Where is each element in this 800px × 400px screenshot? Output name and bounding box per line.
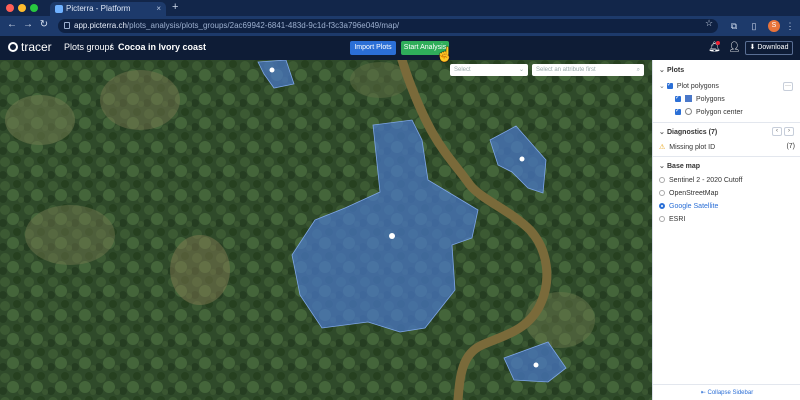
close-window-button[interactable]: [6, 4, 14, 12]
notification-badge: [716, 41, 720, 45]
user-account-icon[interactable]: 👤︎: [728, 42, 741, 53]
logo-text: tracer: [21, 40, 52, 54]
basemap-radio[interactable]: [659, 216, 665, 222]
basemap-option-sentinel[interactable]: Sentinel 2 - 2020 Cutoff: [659, 177, 742, 184]
collapse-sidebar-button[interactable]: ⇤ Collapse Sidebar: [653, 384, 800, 400]
chevron-down-icon: ⌄: [659, 163, 665, 170]
next-diagnostic-button[interactable]: ›: [784, 127, 794, 136]
previous-diagnostic-button[interactable]: ‹: [772, 127, 782, 136]
polygon-center-marker: [519, 156, 525, 162]
basemap-label: Google Satellite: [669, 203, 719, 210]
chevron-down-icon: ⌄: [518, 67, 524, 73]
polygon-swatch-icon: [685, 95, 692, 102]
picterra-favicon-icon: [55, 5, 63, 13]
plots-section-header[interactable]: ⌄ Plots: [659, 66, 684, 74]
tab-close-icon[interactable]: ×: [156, 2, 161, 16]
polygon-center-label: Polygon center: [696, 109, 743, 116]
maximize-window-button[interactable]: [30, 4, 38, 12]
basemap-radio-selected[interactable]: [659, 203, 665, 209]
divider: [653, 122, 800, 123]
browser-menu-icon[interactable]: ⋮: [784, 20, 796, 32]
import-plots-button[interactable]: Import Plots: [350, 41, 396, 55]
url-path: /plots_analysis/plots_groups/2ac69942-68…: [126, 21, 400, 30]
polygons-label: Polygons: [696, 96, 725, 103]
polygon-center-checkbox[interactable]: [675, 107, 681, 115]
layers-sidebar: ⌄Plots ⌄Plot polygons ··· Polygons Polyg…: [652, 60, 800, 400]
minimize-window-button[interactable]: [18, 4, 26, 12]
missing-plot-id-row[interactable]: ⚠ Missing plot ID (7): [659, 143, 795, 151]
basemap-label: Sentinel 2 - 2020 Cutoff: [669, 177, 743, 184]
warning-icon: ⚠: [659, 144, 666, 151]
diagnostics-section-header[interactable]: ⌄ Diagnostics (7): [659, 128, 717, 136]
basemap-radio[interactable]: [659, 190, 665, 196]
browser-toolbar: ← → ↻ app.picterra.ch/plots_analysis/plo…: [0, 16, 800, 36]
breadcrumb-plots-groups[interactable]: Plots groups: [64, 42, 114, 52]
breadcrumb-separator: /: [110, 42, 113, 52]
url-host: app.picterra.ch: [74, 21, 127, 30]
browser-tab-bar: Picterra - Platform × +: [0, 0, 800, 16]
basemap-option-esri[interactable]: ESRI: [659, 216, 685, 223]
polygons-row[interactable]: Polygons: [675, 94, 725, 103]
search-icon: ⌕: [636, 67, 640, 73]
diagnostics-title: Diagnostics (7): [667, 129, 718, 136]
plot-polygons-label: Plot polygons: [676, 83, 719, 90]
lock-icon: [64, 22, 70, 29]
basemap-title: Base map: [667, 163, 701, 170]
tracer-logo-icon: [8, 42, 18, 52]
extensions-icon[interactable]: ⧉: [728, 20, 740, 32]
missing-count: (7): [786, 143, 795, 150]
breadcrumb-current: Cocoa in Ivory coast: [118, 42, 207, 52]
satellite-map[interactable]: Select ⌄ Select an attribute first ⌕: [0, 60, 652, 400]
attribute-placeholder: Select an attribute first: [536, 67, 596, 73]
plot-polygons-row[interactable]: ⌄ Plot polygons: [659, 81, 719, 90]
reload-button[interactable]: ↻: [38, 19, 50, 30]
bookmark-star-icon[interactable]: ☆: [703, 17, 715, 29]
point-swatch-icon: [685, 108, 692, 115]
hand-cursor-icon: ☝: [436, 46, 454, 62]
plot-polygons-checkbox[interactable]: [666, 81, 673, 89]
forward-button[interactable]: →: [22, 19, 34, 30]
back-button[interactable]: ←: [6, 19, 18, 30]
chevron-down-icon: ⌄: [659, 67, 665, 74]
layer-options-button[interactable]: ···: [783, 82, 793, 91]
tab-title: Picterra - Platform: [66, 4, 131, 13]
basemap-label: OpenStreetMap: [669, 190, 719, 197]
tracer-logo[interactable]: tracer: [8, 40, 52, 54]
basemap-option-google-satellite[interactable]: Google Satellite: [659, 203, 718, 210]
chevron-down-icon: ⌄: [659, 83, 665, 90]
app-header: tracer Plots groups / Cocoa in Ivory coa…: [0, 36, 800, 60]
attribute-select[interactable]: Select ⌄: [450, 64, 528, 76]
basemap-label: ESRI: [669, 216, 686, 223]
polygon-center-marker: [389, 233, 395, 239]
polygons-checkbox[interactable]: [675, 94, 681, 102]
attribute-value-search[interactable]: Select an attribute first ⌕: [532, 64, 644, 76]
address-bar[interactable]: app.picterra.ch/plots_analysis/plots_gro…: [58, 19, 718, 33]
chevron-down-icon: ⌄: [659, 129, 665, 136]
download-button[interactable]: ⬇ Download: [745, 41, 793, 55]
browser-tab[interactable]: Picterra - Platform ×: [50, 2, 166, 16]
select-placeholder: Select: [454, 67, 471, 73]
divider: [653, 156, 800, 157]
plots-title: Plots: [667, 67, 685, 74]
missing-plot-id-label: Missing plot ID: [669, 144, 716, 151]
sidepanel-icon[interactable]: ▯: [748, 20, 760, 32]
basemap-option-osm[interactable]: OpenStreetMap: [659, 190, 718, 197]
polygon-center-marker: [269, 67, 275, 73]
basemap-section-header[interactable]: ⌄ Base map: [659, 162, 700, 170]
polygon-center-marker: [533, 362, 539, 368]
polygon-center-row[interactable]: Polygon center: [675, 107, 743, 116]
map-canvas[interactable]: [0, 60, 652, 400]
basemap-radio[interactable]: [659, 177, 665, 183]
new-tab-button[interactable]: +: [172, 1, 178, 13]
profile-avatar[interactable]: S: [768, 20, 780, 32]
